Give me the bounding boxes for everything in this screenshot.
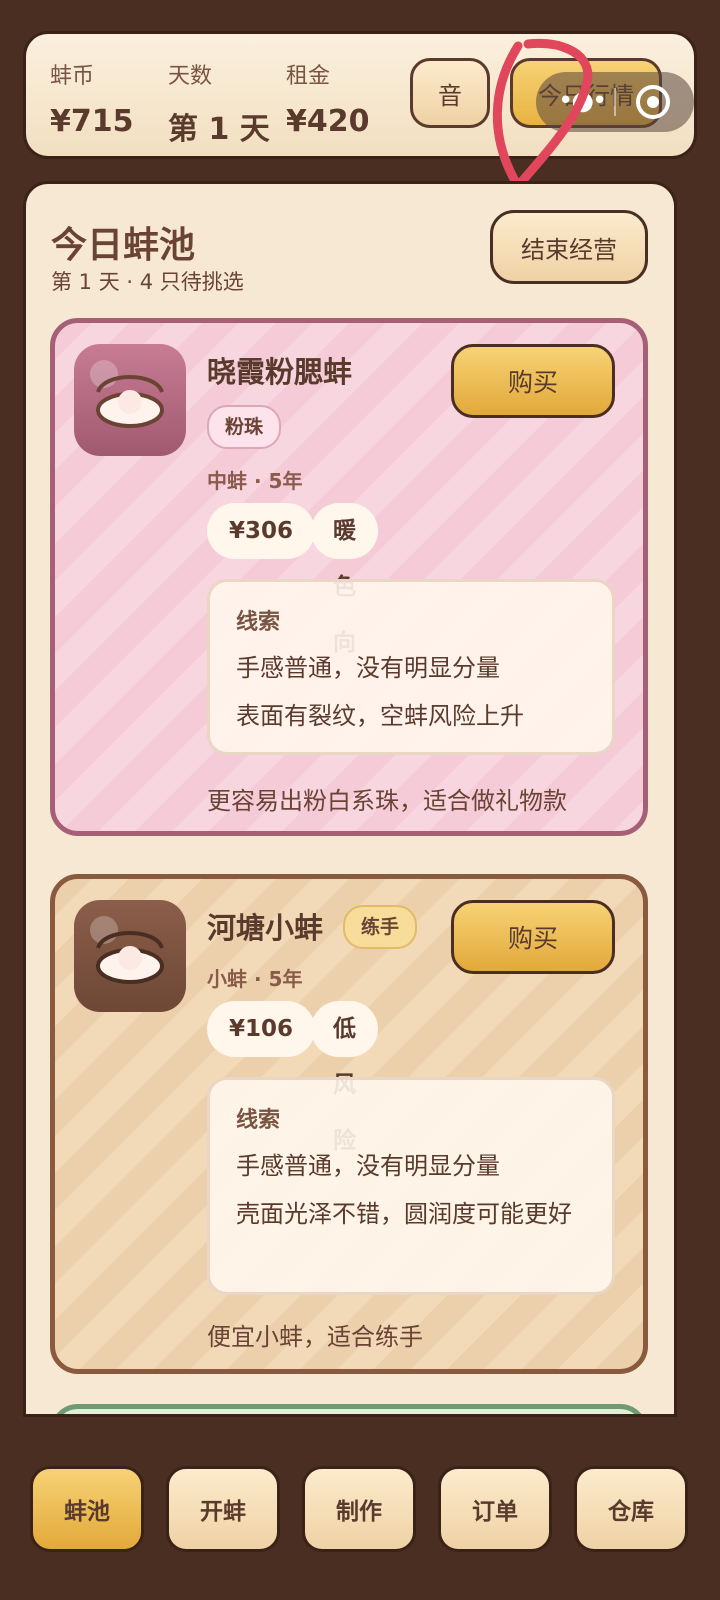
clam-tag: 练手	[343, 905, 418, 949]
pool-title: 今日蚌池	[51, 225, 196, 266]
clam-description: 便宜小蚌，适合练手	[207, 1323, 423, 1351]
coins-stat: 蚌币 ¥715	[50, 58, 134, 139]
red-annotation-mark	[492, 38, 593, 194]
days-stat: 天数 第 1 天	[168, 58, 270, 148]
close-target-icon[interactable]	[636, 85, 670, 119]
clues-box: 线索 手感普通，没有明显分量 壳面光泽不错，圆润度可能更好	[207, 1077, 615, 1295]
clam-card	[50, 1404, 648, 1414]
clue-line: 手感普通，没有明显分量	[236, 1152, 500, 1180]
clam-tag: 粉珠	[207, 405, 282, 449]
clues-title: 线索	[236, 610, 281, 635]
clam-meta: 中蚌 · 5年	[207, 469, 303, 493]
rent-stat: 租金 ¥420	[286, 58, 370, 139]
coins-label: 蚌币	[50, 64, 95, 89]
clam-name: 晓霞粉腮蚌	[207, 355, 353, 389]
buy-button[interactable]: 购买	[451, 344, 615, 418]
clam-card: 河塘小蚌 练手 小蚌 · 5年 ¥106 低风险 购买 线索 手感普通，没有明显…	[50, 874, 648, 1374]
clue-line: 壳面光泽不错，圆润度可能更好	[236, 1200, 572, 1228]
pearl-clam-icon	[90, 360, 164, 428]
clue-line: 表面有裂纹，空蚌风险上升	[236, 702, 524, 730]
rent-value: ¥420	[286, 104, 370, 139]
sound-button[interactable]: 音	[410, 58, 490, 128]
tab-open-clam[interactable]: 开蚌	[166, 1466, 280, 1552]
price-chip: ¥306	[207, 503, 316, 559]
rent-label: 租金	[286, 64, 331, 89]
clam-name: 河塘小蚌	[207, 911, 324, 945]
tab-warehouse[interactable]: 仓库	[574, 1466, 688, 1552]
end-business-button[interactable]: 结束经营	[490, 210, 648, 284]
tab-craft[interactable]: 制作	[302, 1466, 416, 1552]
clues-box: 线索 手感普通，没有明显分量 表面有裂纹，空蚌风险上升	[207, 579, 615, 755]
clam-meta: 小蚌 · 5年	[207, 967, 303, 991]
tab-orders[interactable]: 订单	[438, 1466, 552, 1552]
clam-avatar	[74, 900, 186, 1012]
trait-chip: 暖色向	[311, 503, 378, 656]
trait-chip: 低风险	[311, 1001, 378, 1154]
tab-pool[interactable]: 蚌池	[30, 1466, 144, 1552]
pool-subtitle: 第 1 天 · 4 只待挑选	[51, 270, 244, 294]
clam-card: 晓霞粉腮蚌 粉珠 中蚌 · 5年 ¥306 暖色向 购买 线索 手感普通，没有明…	[50, 318, 648, 836]
coins-value: ¥715	[50, 104, 134, 139]
clam-description: 更容易出粉白系珠，适合做礼物款	[207, 787, 567, 815]
days-label: 天数	[168, 64, 213, 89]
days-value: 第 1 天	[168, 112, 270, 147]
bottom-tab-bar: 蚌池 开蚌 制作 订单 仓库	[0, 1440, 720, 1600]
pool-panel: 今日蚌池 第 1 天 · 4 只待挑选 结束经营 晓霞粉腮蚌 粉珠 中蚌 · 5…	[26, 184, 674, 1414]
price-chip: ¥106	[207, 1001, 316, 1057]
buy-button[interactable]: 购买	[451, 900, 615, 974]
clues-title: 线索	[236, 1108, 281, 1133]
clam-avatar	[74, 344, 186, 456]
clue-line: 手感普通，没有明显分量	[236, 654, 500, 682]
pearl-clam-icon	[90, 916, 164, 984]
capsule-divider	[614, 88, 616, 116]
